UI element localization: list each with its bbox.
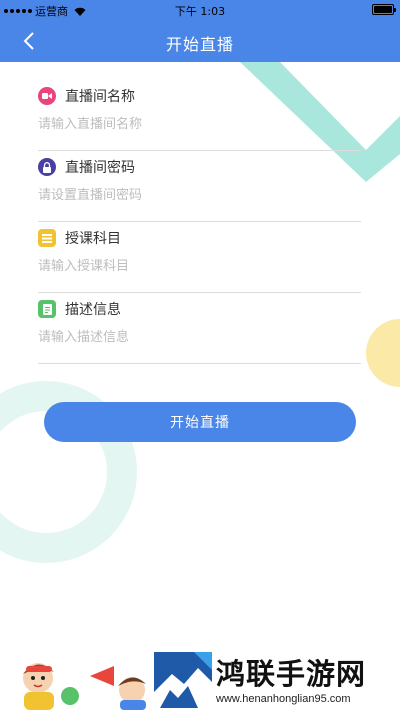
description-input[interactable]: [38, 327, 361, 347]
nav-bar: 开始直播: [0, 20, 400, 62]
site-logo-icon: [154, 652, 212, 708]
cartoon-kids-image: [23, 663, 146, 710]
room-password-field: 直播间密码: [38, 151, 361, 222]
site-name: 鸿联手游网: [216, 657, 367, 691]
list-icon: [38, 229, 56, 247]
document-icon: [38, 300, 56, 318]
room-password-label: 直播间密码: [65, 160, 135, 176]
subject-label: 授课科目: [65, 231, 121, 247]
start-live-button[interactable]: 开始直播: [44, 402, 356, 442]
back-button[interactable]: [14, 27, 44, 55]
room-password-input[interactable]: [38, 185, 361, 205]
status-bar: 运营商 下午 1:03: [0, 0, 400, 20]
subject-field: 授课科目: [38, 222, 361, 293]
battery-icon: [372, 4, 396, 15]
room-name-label: 直播间名称: [65, 89, 135, 105]
page-title: 开始直播: [165, 35, 234, 54]
decorative-yellow-circle: [366, 319, 400, 387]
lock-icon: [38, 158, 56, 176]
video-icon: [38, 87, 56, 105]
description-label: 描述信息: [65, 302, 121, 318]
room-name-field: 直播间名称: [38, 80, 361, 151]
room-name-input[interactable]: [38, 114, 361, 134]
subject-input[interactable]: [38, 256, 361, 276]
chevron-left-icon: [23, 32, 34, 50]
status-time: 下午 1:03: [174, 5, 226, 18]
site-watermark: 鸿联手游网 www.henanhonglian95.com: [150, 650, 400, 710]
site-url: www.henanhonglian95.com: [216, 693, 351, 705]
live-room-form: 直播间名称 直播间密码 授课科目 描述信息: [38, 80, 361, 364]
description-field: 描述信息: [38, 293, 361, 364]
